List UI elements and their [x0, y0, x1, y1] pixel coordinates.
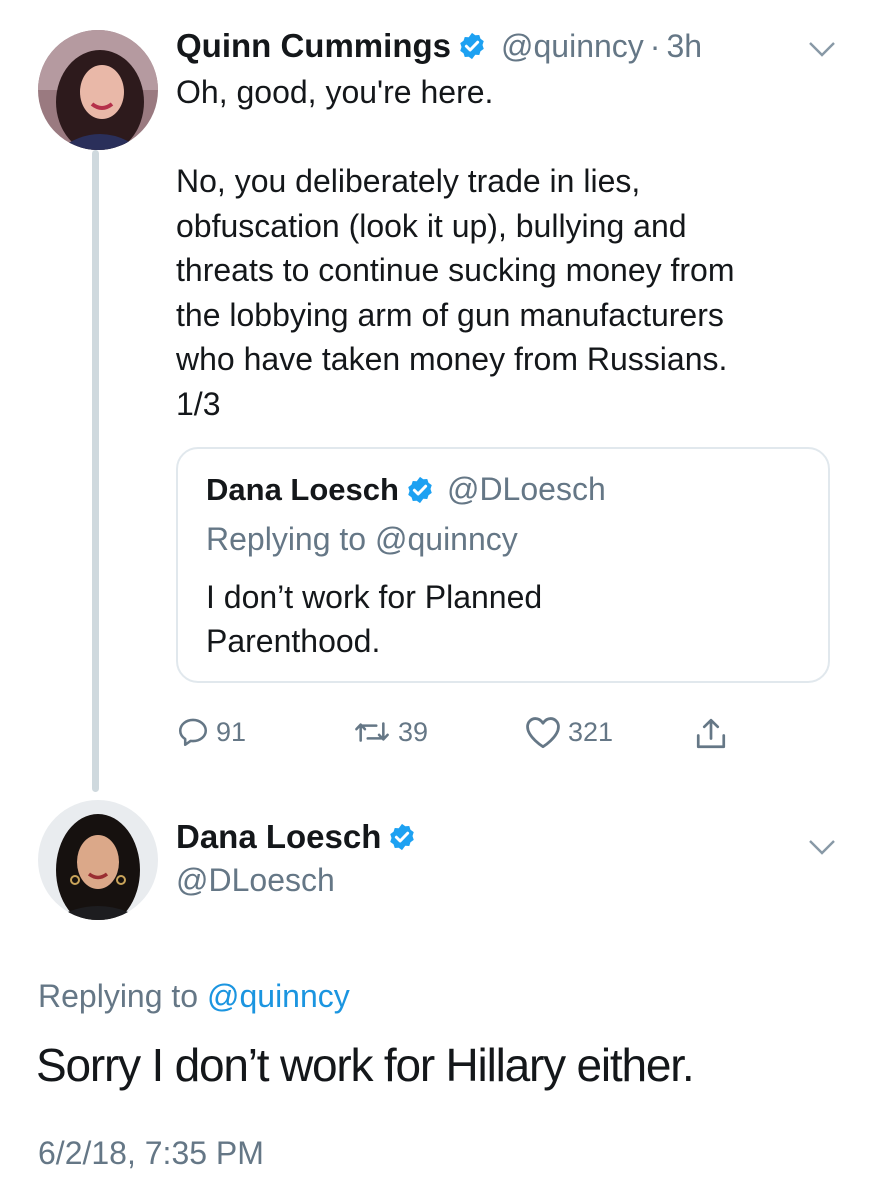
quote-line: Parenthood. — [206, 623, 381, 659]
tweet-line: the lobbying arm of gun manufacturers — [176, 296, 724, 333]
chevron-down-icon[interactable] — [808, 838, 836, 856]
tweet2-replying-to: Replying to @quinncy — [38, 978, 350, 1015]
thread-connector-line — [92, 150, 99, 792]
quoted-tweet[interactable]: Dana Loesch @DLoesch Replying to @quinnc… — [176, 447, 830, 683]
share-button[interactable] — [693, 715, 735, 753]
reply-icon — [178, 718, 208, 747]
tweet-line: who have taken money from Russians. — [176, 341, 728, 377]
author-name[interactable]: Quinn Cummings — [176, 27, 451, 65]
avatar-dana-loesch[interactable] — [38, 800, 158, 920]
verified-badge-icon — [387, 822, 417, 852]
tweet-line: Oh, good, you're here. — [176, 74, 494, 110]
like-icon — [526, 717, 560, 749]
quote-header: Dana Loesch @DLoesch — [206, 471, 606, 508]
like-count: 321 — [568, 716, 614, 747]
tweet1-header: Quinn Cummings @quinncy · 3h — [176, 24, 702, 68]
tweet2-timestamp[interactable]: 6/2/18, 7:35 PM — [38, 1135, 264, 1172]
reply-button[interactable]: 91 — [176, 715, 246, 749]
author-handle[interactable]: @DLoesch — [176, 862, 335, 899]
tweet-time[interactable]: 3h — [666, 28, 702, 65]
verified-badge-icon — [457, 31, 487, 61]
quote-text: I don’t work for Planned Parenthood. — [206, 575, 542, 663]
replying-handle-link[interactable]: @quinncy — [207, 978, 350, 1014]
quote-line: I don’t work for Planned — [206, 579, 543, 615]
avatar-quinn-cummings[interactable] — [38, 30, 158, 150]
tweet-line: obfuscation (look it up), bullying and — [176, 207, 687, 244]
reply-count: 91 — [216, 716, 247, 747]
replying-prefix: Replying to — [206, 521, 367, 557]
like-button[interactable]: 321 — [524, 715, 613, 749]
retweet-icon — [355, 722, 389, 742]
author-handle[interactable]: @quinncy — [501, 28, 644, 65]
separator-dot: · — [649, 27, 661, 64]
replying-prefix: Replying to — [38, 978, 199, 1014]
replying-handle: @quinncy — [374, 521, 518, 557]
author-name[interactable]: Dana Loesch — [176, 818, 381, 856]
tweet2-text: Sorry I don’t work for Hillary either. — [36, 1039, 695, 1091]
tweet1-body: Oh, good, you're here. No, you deliberat… — [176, 70, 856, 426]
tweet2-header: Dana Loesch — [176, 818, 417, 856]
tweet-line: threats to continue sucking money from — [176, 252, 735, 288]
retweet-button[interactable]: 39 — [352, 715, 428, 749]
quote-author-handle: @DLoesch — [446, 471, 606, 507]
tweet-line: No, you deliberately trade in lies, — [176, 163, 641, 199]
retweet-count: 39 — [398, 716, 429, 747]
tweet-line: 1/3 — [176, 385, 221, 422]
verified-badge-icon — [405, 475, 435, 505]
quote-replying-to: Replying to @quinncy — [206, 521, 518, 558]
share-icon — [696, 718, 726, 749]
quote-author-name: Dana Loesch — [206, 471, 399, 507]
chevron-down-icon[interactable] — [808, 40, 836, 58]
